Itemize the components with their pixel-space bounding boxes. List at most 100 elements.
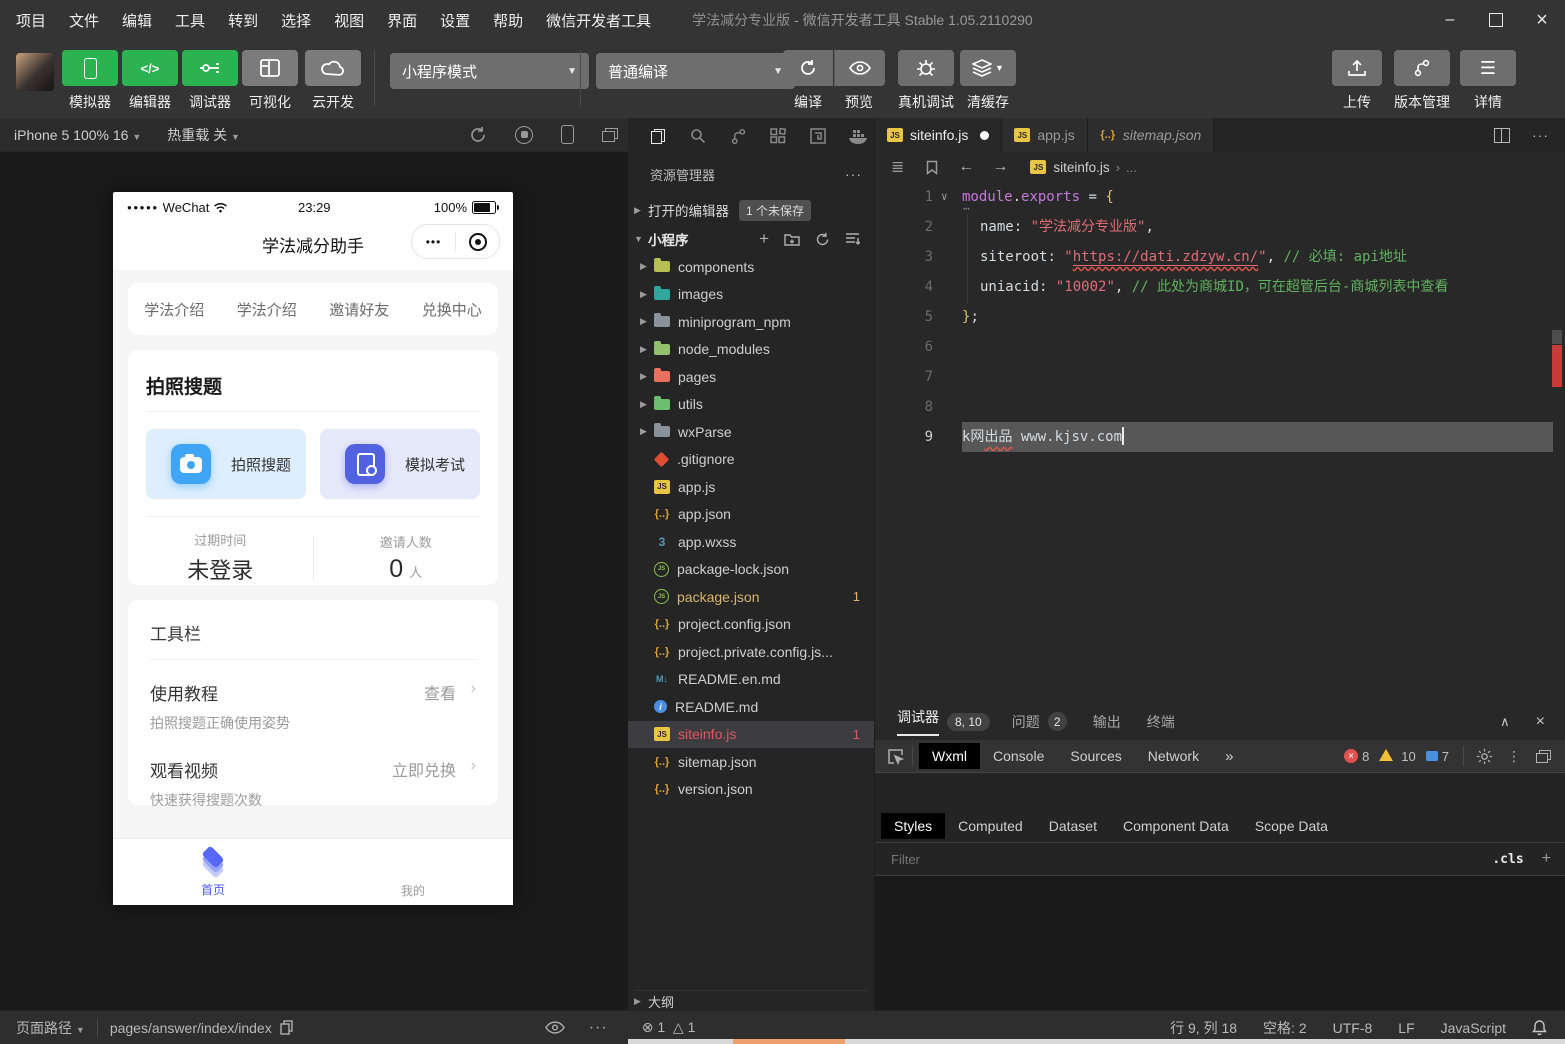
tab-network[interactable]: Network <box>1135 743 1212 769</box>
tab-component-data[interactable]: Component Data <box>1110 813 1242 839</box>
extensions-icon[interactable] <box>758 119 798 153</box>
version-manage-button[interactable]: 版本管理 <box>1394 50 1450 112</box>
clear-cache-button[interactable]: ▼ 清缓存 <box>960 50 1016 112</box>
gear-icon[interactable] <box>1476 748 1493 765</box>
tree-row-siteinfo-js[interactable]: JS siteinfo.js 1 <box>628 720 874 748</box>
tree-row-app-json[interactable]: {..} app.json <box>628 501 874 529</box>
menu-goto[interactable]: 转到 <box>228 10 258 31</box>
tab-terminal[interactable]: 终端 <box>1147 712 1175 732</box>
multi-window-icon[interactable] <box>602 127 618 142</box>
stop-record-icon[interactable] <box>515 125 533 144</box>
detail-button[interactable]: ☰ 详情 <box>1460 50 1516 112</box>
close-button[interactable]: × <box>1519 0 1565 40</box>
undock-icon[interactable] <box>1536 749 1551 763</box>
link-intro-1[interactable]: 学法介绍 <box>144 299 204 320</box>
tree-row-gitignore[interactable]: .gitignore <box>628 446 874 474</box>
collapse-all-icon[interactable] <box>845 232 860 246</box>
encoding-setting[interactable]: UTF-8 <box>1333 1020 1373 1036</box>
compile-mode-dropdown[interactable]: 普通编译 ▼ <box>596 53 795 89</box>
tab-problems[interactable]: 问题 <box>1012 712 1040 732</box>
back-icon[interactable]: ← <box>958 158 974 176</box>
tree-row-package-json[interactable]: JS package.json 1 <box>628 583 874 611</box>
warning-count[interactable]: 10 <box>1401 749 1415 764</box>
menu-interface[interactable]: 界面 <box>387 10 417 31</box>
code-editor[interactable]: 1 2 3 4 5 6 7 8 9 ∨ ⋯ module.exports = {… <box>875 182 1565 703</box>
tree-row-images[interactable]: ▶ images <box>628 281 874 309</box>
bell-icon[interactable] <box>1532 1019 1547 1036</box>
new-folder-icon[interactable] <box>784 233 800 246</box>
tab-computed[interactable]: Computed <box>945 813 1036 839</box>
tree-row-project-private-config[interactable]: {..} project.private.config.js... <box>628 638 874 666</box>
mock-exam-button[interactable]: 模拟考试 <box>320 429 480 499</box>
files-icon[interactable] <box>638 119 678 153</box>
phone-frame-icon[interactable] <box>561 125 574 144</box>
tab-sources[interactable]: Sources <box>1057 743 1134 769</box>
menu-devtools[interactable]: 微信开发者工具 <box>546 10 651 31</box>
more-actions-icon[interactable]: ··· <box>589 1019 608 1037</box>
menu-file[interactable]: 文件 <box>69 10 99 31</box>
maximize-button[interactable] <box>1473 0 1519 40</box>
new-style-rule-icon[interactable]: + <box>1542 850 1551 868</box>
hot-reload-dropdown[interactable]: 热重载 关 ▼ <box>167 125 240 145</box>
cursor-position[interactable]: 行 9, 列 18 <box>1170 1018 1237 1038</box>
restart-icon[interactable] <box>469 126 487 144</box>
collapse-panel-icon[interactable]: ∧ <box>1500 714 1510 730</box>
tree-row-package-lock[interactable]: JS package-lock.json <box>628 556 874 584</box>
styles-filter-input[interactable] <box>889 850 1493 868</box>
tree-row-miniprogram-npm[interactable]: ▶ miniprogram_npm <box>628 308 874 336</box>
fold-chevron-icon[interactable]: ∨ <box>941 182 948 212</box>
forward-icon[interactable]: → <box>992 158 1008 176</box>
more-tabs-icon[interactable]: » <box>1212 743 1246 770</box>
tree-row-version-json[interactable]: {..} version.json <box>628 776 874 804</box>
tree-row-node-modules[interactable]: ▶ node_modules <box>628 336 874 364</box>
debugger-toggle-button[interactable]: 调试器 <box>182 50 238 112</box>
problems-summary[interactable]: ⊗ 1 △ 1 <box>642 1019 696 1036</box>
tree-row-project-config[interactable]: {..} project.config.json <box>628 611 874 639</box>
unsaved-dot-icon[interactable] <box>980 130 990 140</box>
indent-setting[interactable]: 空格: 2 <box>1263 1018 1307 1038</box>
exit-target-icon[interactable] <box>456 232 499 251</box>
error-count[interactable]: 8 <box>1362 749 1369 764</box>
upload-button[interactable]: 上传 <box>1332 50 1382 112</box>
source-control-icon[interactable] <box>718 119 758 153</box>
menu-project[interactable]: 项目 <box>16 10 46 31</box>
cls-toggle[interactable]: .cls <box>1492 852 1523 867</box>
project-section[interactable]: ▼ 小程序 + <box>634 225 868 253</box>
bookmark-icon[interactable] <box>926 160 938 175</box>
menu-tools[interactable]: 工具 <box>175 10 205 31</box>
tree-row-wxparse[interactable]: ▶ wxParse <box>628 418 874 446</box>
kebab-menu-icon[interactable]: ⋮ <box>1507 748 1522 765</box>
avatar[interactable] <box>16 53 54 91</box>
more-actions-icon[interactable]: ··· <box>845 166 862 182</box>
link-invite[interactable]: 邀请好友 <box>329 299 389 320</box>
watch-video-row[interactable]: 观看视频 立即兑换 › 快速获得搜题次数 <box>128 733 498 810</box>
device-dropdown[interactable]: iPhone 5 100% 16 ▼ <box>14 127 141 143</box>
tree-row-components[interactable]: ▶ components <box>628 253 874 281</box>
page-path[interactable]: pages/answer/index/index <box>110 1020 272 1036</box>
more-actions-icon[interactable]: ··· <box>1532 127 1549 143</box>
tab-dataset[interactable]: Dataset <box>1036 813 1110 839</box>
tab-app-js[interactable]: JS app.js <box>1002 118 1088 152</box>
tutorial-row[interactable]: 使用教程 查看 › 拍照搜题正确使用姿势 <box>128 660 498 733</box>
copy-path-icon[interactable] <box>280 1020 293 1035</box>
tree-row-readme[interactable]: i README.md <box>628 693 874 721</box>
open-editors-section[interactable]: ▶ 打开的编辑器 1 个未保存 <box>634 196 868 224</box>
tab-debugger[interactable]: 调试器 <box>897 707 939 736</box>
close-panel-icon[interactable]: × <box>1536 713 1545 731</box>
language-mode[interactable]: JavaScript <box>1441 1020 1506 1036</box>
docker-whale-icon[interactable] <box>838 119 878 153</box>
photo-search-button[interactable]: 拍照搜题 <box>146 429 306 499</box>
mode-dropdown[interactable]: 小程序模式 ▼ <box>390 53 589 89</box>
editor-toggle-button[interactable]: </> 编辑器 <box>122 50 178 112</box>
menu-view[interactable]: 视图 <box>334 10 364 31</box>
eol-setting[interactable]: LF <box>1398 1020 1414 1036</box>
tab-sitemap-json[interactable]: {..} sitemap.json <box>1087 118 1215 152</box>
compile-button[interactable]: 编译 <box>783 50 833 112</box>
menu-settings[interactable]: 设置 <box>440 10 470 31</box>
scrollbar-thumb[interactable] <box>1552 330 1562 344</box>
outline-list-icon[interactable]: ≣ <box>891 157 904 177</box>
minimize-button[interactable]: – <box>1427 0 1473 40</box>
tree-row-pages[interactable]: ▶ pages <box>628 363 874 391</box>
tab-scope-data[interactable]: Scope Data <box>1242 813 1341 839</box>
tab-siteinfo-js[interactable]: JS siteinfo.js <box>875 118 1003 152</box>
